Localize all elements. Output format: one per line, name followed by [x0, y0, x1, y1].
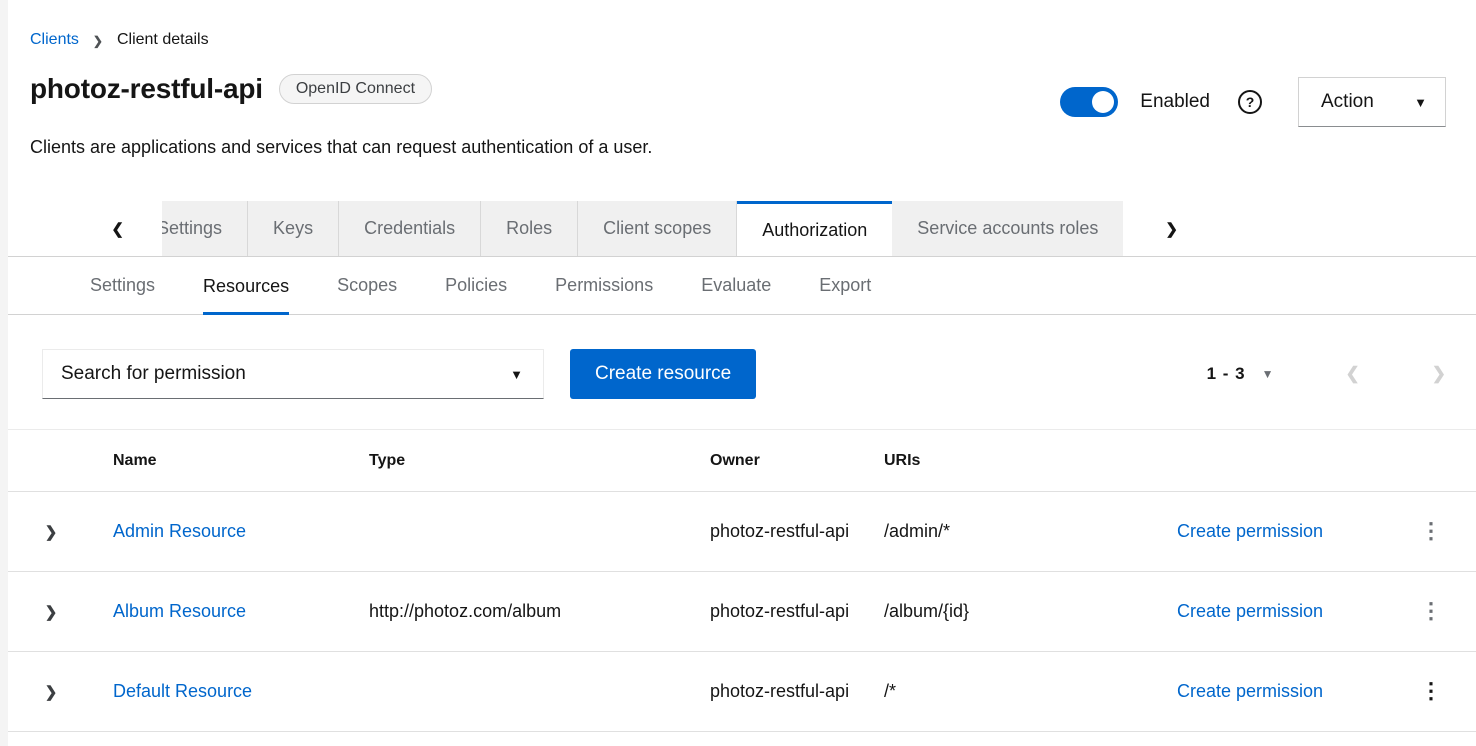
caret-down-icon: ▼: [510, 367, 523, 382]
breadcrumb-current: Client details: [117, 31, 209, 49]
tab-client-scopes[interactable]: Client scopes: [578, 201, 737, 256]
subtab-policies[interactable]: Policies: [445, 257, 507, 314]
create-resource-button[interactable]: Create resource: [570, 349, 756, 399]
resources-table: Name Type Owner URIs ❯ Admin Resource ph…: [0, 430, 1476, 732]
row-expand-chevron-icon[interactable]: ❯: [45, 603, 58, 621]
pagination-next-button[interactable]: ❯: [1432, 364, 1446, 384]
resource-owner: photoz-restful-api: [710, 601, 884, 622]
resource-name-link[interactable]: Admin Resource: [113, 521, 246, 541]
protocol-badge: OpenID Connect: [279, 74, 432, 104]
tab-settings[interactable]: Settings: [162, 201, 248, 256]
resource-name-link[interactable]: Album Resource: [113, 601, 246, 621]
column-header-name: Name: [90, 452, 367, 470]
search-permission-label: Search for permission: [61, 363, 246, 385]
breadcrumb: Clients ❯ Client details: [0, 0, 1476, 49]
breadcrumb-separator-icon: ❯: [93, 34, 103, 48]
table-row: ❯ Album Resource http://photoz.com/album…: [0, 572, 1476, 652]
search-permission-select[interactable]: Search for permission ▼: [42, 349, 544, 399]
column-header-type: Type: [367, 452, 710, 470]
kebab-menu-icon[interactable]: ⋮: [1420, 520, 1442, 542]
pagination-range: 1 - 3: [1207, 364, 1246, 384]
breadcrumb-clients-link[interactable]: Clients: [30, 31, 79, 49]
client-tabs: ❮ Settings Keys Credentials Roles Client…: [0, 201, 1476, 257]
resource-type: http://photoz.com/album: [367, 601, 710, 622]
create-permission-link[interactable]: Create permission: [1177, 601, 1323, 621]
caret-down-icon: ▼: [1414, 95, 1427, 110]
resource-uris: /album/{id}: [884, 601, 1177, 622]
tab-roles[interactable]: Roles: [481, 201, 578, 256]
page-title: photoz-restful-api: [30, 73, 263, 105]
resource-name-link[interactable]: Default Resource: [113, 681, 252, 701]
resource-owner: photoz-restful-api: [710, 681, 884, 702]
table-row: ❯ Admin Resource photoz-restful-api /adm…: [0, 492, 1476, 572]
page-edge-strip: [0, 0, 8, 746]
subtab-scopes[interactable]: Scopes: [337, 257, 397, 314]
create-permission-link[interactable]: Create permission: [1177, 521, 1323, 541]
row-expand-chevron-icon[interactable]: ❯: [45, 683, 58, 701]
column-header-uris: URIs: [884, 452, 1177, 470]
subtab-settings[interactable]: Settings: [90, 257, 155, 314]
resource-uris: /admin/*: [884, 521, 1177, 542]
table-header-row: Name Type Owner URIs: [0, 430, 1476, 492]
subtab-permissions[interactable]: Permissions: [555, 257, 653, 314]
create-permission-link[interactable]: Create permission: [1177, 681, 1323, 701]
authorization-subtabs: Settings Resources Scopes Policies Permi…: [0, 257, 1476, 315]
resource-uris: /*: [884, 681, 1177, 702]
action-dropdown-label: Action: [1321, 91, 1374, 113]
tab-service-accounts-roles[interactable]: Service accounts roles: [892, 201, 1123, 256]
tab-credentials[interactable]: Credentials: [339, 201, 481, 256]
resource-owner: photoz-restful-api: [710, 521, 884, 542]
column-header-owner: Owner: [710, 452, 884, 470]
table-row: ❯ Default Resource photoz-restful-api /*…: [0, 652, 1476, 732]
toggle-knob-icon: [1092, 91, 1114, 113]
page-header: photoz-restful-api OpenID Connect Enable…: [0, 49, 1476, 127]
pagination: 1 - 3 ▼ ❮ ❯: [1207, 364, 1446, 384]
tab-authorization[interactable]: Authorization: [737, 201, 892, 256]
page-description: Clients are applications and services th…: [0, 127, 1476, 158]
kebab-menu-icon[interactable]: ⋮: [1420, 680, 1442, 702]
tabs-scroll-left-button[interactable]: ❮: [0, 201, 162, 256]
action-dropdown[interactable]: Action ▼: [1298, 77, 1446, 127]
enabled-toggle[interactable]: [1060, 87, 1118, 117]
chevron-right-icon: ❯: [1165, 220, 1178, 238]
kebab-menu-icon[interactable]: ⋮: [1420, 600, 1442, 622]
tabs-scroll-right-button[interactable]: ❯: [1123, 201, 1476, 256]
help-icon[interactable]: ?: [1238, 90, 1262, 114]
tab-keys[interactable]: Keys: [248, 201, 339, 256]
subtab-export[interactable]: Export: [819, 257, 871, 314]
pagination-caret-down-icon[interactable]: ▼: [1262, 367, 1274, 381]
subtab-resources[interactable]: Resources: [203, 257, 289, 315]
enabled-label: Enabled: [1140, 91, 1210, 113]
tabs-scroll-area: Settings Keys Credentials Roles Client s…: [162, 201, 1123, 256]
subtab-evaluate[interactable]: Evaluate: [701, 257, 771, 314]
row-expand-chevron-icon[interactable]: ❯: [45, 523, 58, 541]
resources-toolbar: Search for permission ▼ Create resource …: [0, 315, 1476, 430]
pagination-prev-button[interactable]: ❮: [1346, 364, 1360, 384]
chevron-left-icon: ❮: [111, 220, 124, 238]
